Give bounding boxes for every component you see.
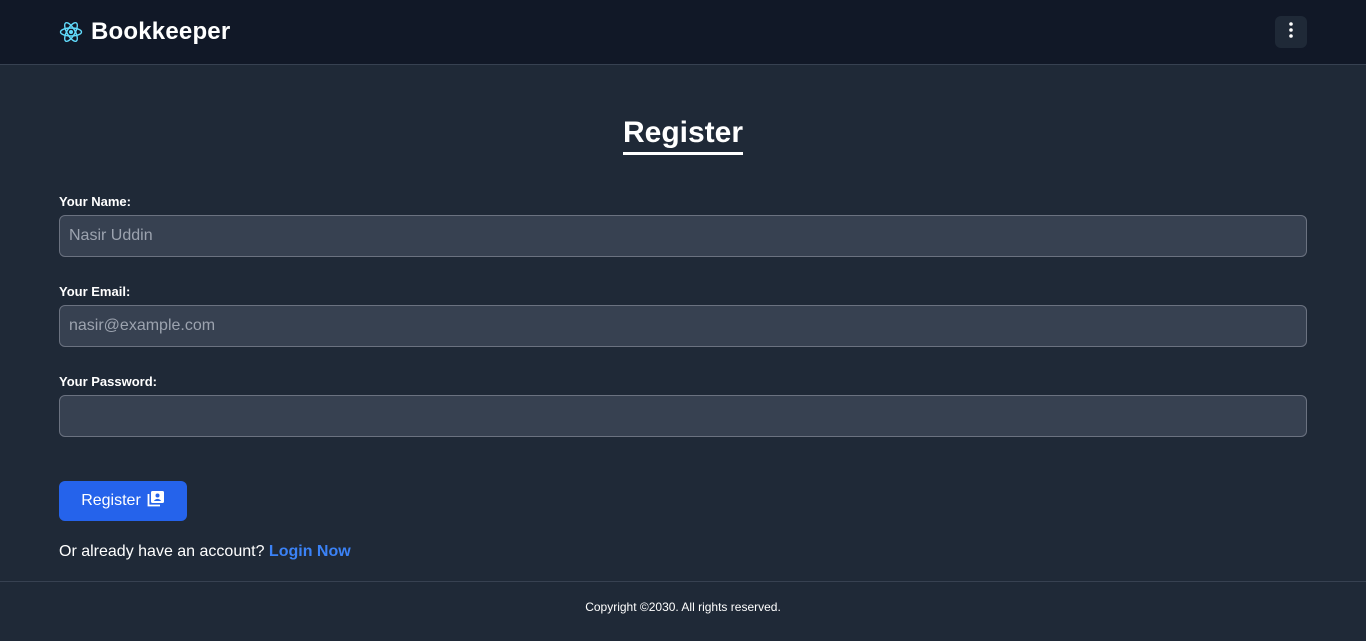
register-button-label: Register <box>81 492 141 509</box>
password-label: Your Password: <box>59 374 158 389</box>
contact-card-icon <box>147 490 165 513</box>
page-title-wrap: Register <box>0 116 1366 155</box>
react-atom-icon <box>59 20 83 44</box>
register-button[interactable]: Register <box>59 481 187 521</box>
kebab-menu-icon <box>1289 21 1293 43</box>
footer: Copyright ©2030. All rights reserved. <box>0 581 1366 641</box>
login-prompt-text: Or already have an account? <box>59 543 265 560</box>
brand-name: Bookkeeper <box>91 18 231 45</box>
copyright-text: Copyright ©2030. All rights reserved. <box>585 600 781 614</box>
kebab-menu-button[interactable] <box>1275 16 1307 48</box>
login-now-link[interactable]: Login Now <box>269 543 351 560</box>
email-input[interactable] <box>59 305 1307 347</box>
email-label: Your Email: <box>59 284 131 299</box>
login-prompt-line: Or already have an account? Login Now <box>59 543 351 561</box>
brand-link[interactable]: Bookkeeper <box>59 18 230 46</box>
page-title: Register <box>622 116 744 155</box>
name-label: Your Name: <box>59 194 131 209</box>
name-input[interactable] <box>59 215 1307 257</box>
password-input[interactable] <box>59 395 1307 437</box>
top-navbar: Bookkeeper <box>0 0 1366 65</box>
